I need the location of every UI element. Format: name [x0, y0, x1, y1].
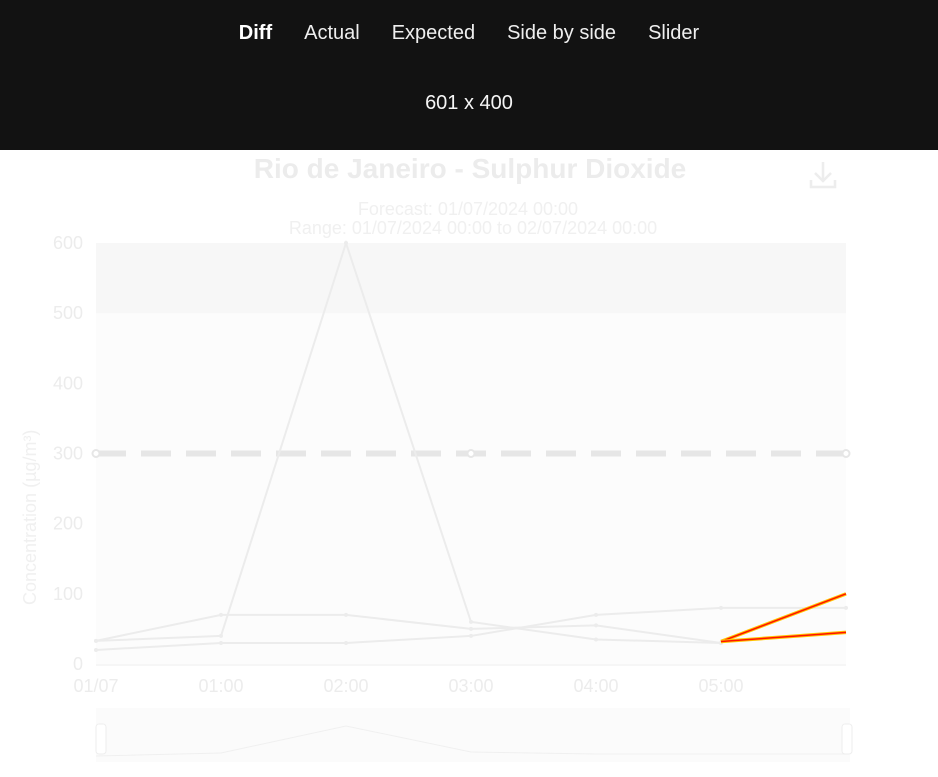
image-dimensions: 601 x 400	[425, 92, 513, 114]
diff-chart: Rio de Janeiro - Sulphur Dioxide Forecas…	[20, 153, 853, 762]
tab-actual[interactable]: Actual	[288, 22, 376, 45]
chart-subtitle-range: Range: 01/07/2024 00:00 to 02/07/2024 00…	[289, 218, 657, 238]
threshold-marker	[466, 449, 476, 458]
y-tick-label: 400	[53, 373, 83, 393]
y-tick-label: 300	[53, 444, 83, 464]
y-axis-label: Concentration (µg/m³)	[20, 430, 40, 605]
chart-title: Rio de Janeiro - Sulphur Dioxide	[254, 153, 687, 184]
diff-canvas: Rio de Janeiro - Sulphur Dioxide Forecas…	[0, 150, 938, 772]
y-tick-label: 600	[53, 233, 83, 253]
series-point	[594, 612, 598, 617]
series-point	[719, 605, 723, 610]
download-icon[interactable]	[809, 162, 837, 189]
series-point	[94, 638, 98, 643]
y-tick-label: 500	[53, 303, 83, 323]
view-mode-tabs: Diff Actual Expected Side by side Slider	[0, 22, 938, 45]
series-point	[94, 647, 98, 652]
y-tick-label: 100	[53, 584, 83, 604]
y-tick-label: 0	[73, 654, 83, 674]
threshold-marker	[91, 449, 101, 458]
series-point	[469, 633, 473, 638]
series-point	[219, 612, 223, 617]
y-tick-label: 200	[53, 514, 83, 534]
plot-band	[96, 313, 846, 664]
tab-slider[interactable]: Slider	[632, 22, 715, 45]
series-point	[344, 241, 348, 245]
x-tick-label: 03:00	[448, 676, 493, 696]
tab-expected[interactable]: Expected	[376, 22, 491, 45]
series-point	[844, 605, 848, 610]
tab-diff[interactable]: Diff	[223, 22, 288, 45]
series-point	[469, 619, 473, 624]
x-tick-label: 02:00	[323, 676, 368, 696]
diff-toolbar: Diff Actual Expected Side by side Slider…	[0, 0, 938, 150]
series-point	[219, 633, 223, 638]
navigator	[95, 708, 853, 762]
series-point	[594, 637, 598, 642]
x-tick-label: 01/07	[73, 676, 118, 696]
threshold-marker	[841, 449, 851, 458]
series-point	[219, 640, 223, 645]
plot-band	[96, 243, 846, 314]
series-point	[594, 623, 598, 628]
series-point	[469, 626, 473, 631]
x-tick-label: 05:00	[698, 676, 743, 696]
series-point	[344, 640, 348, 645]
series-point	[344, 612, 348, 617]
x-tick-label: 01:00	[198, 676, 243, 696]
navigator-handle-left[interactable]	[95, 723, 107, 755]
navigator-handle-right[interactable]	[841, 723, 853, 755]
plot-area: 0 100 200 300 400 500 600 01/07 01:00 02:00 03:00 0…	[53, 233, 851, 696]
chart-subtitle-forecast: Forecast: 01/07/2024 00:00	[358, 199, 578, 219]
tab-side-by-side[interactable]: Side by side	[491, 22, 632, 45]
x-tick-label: 04:00	[573, 676, 618, 696]
